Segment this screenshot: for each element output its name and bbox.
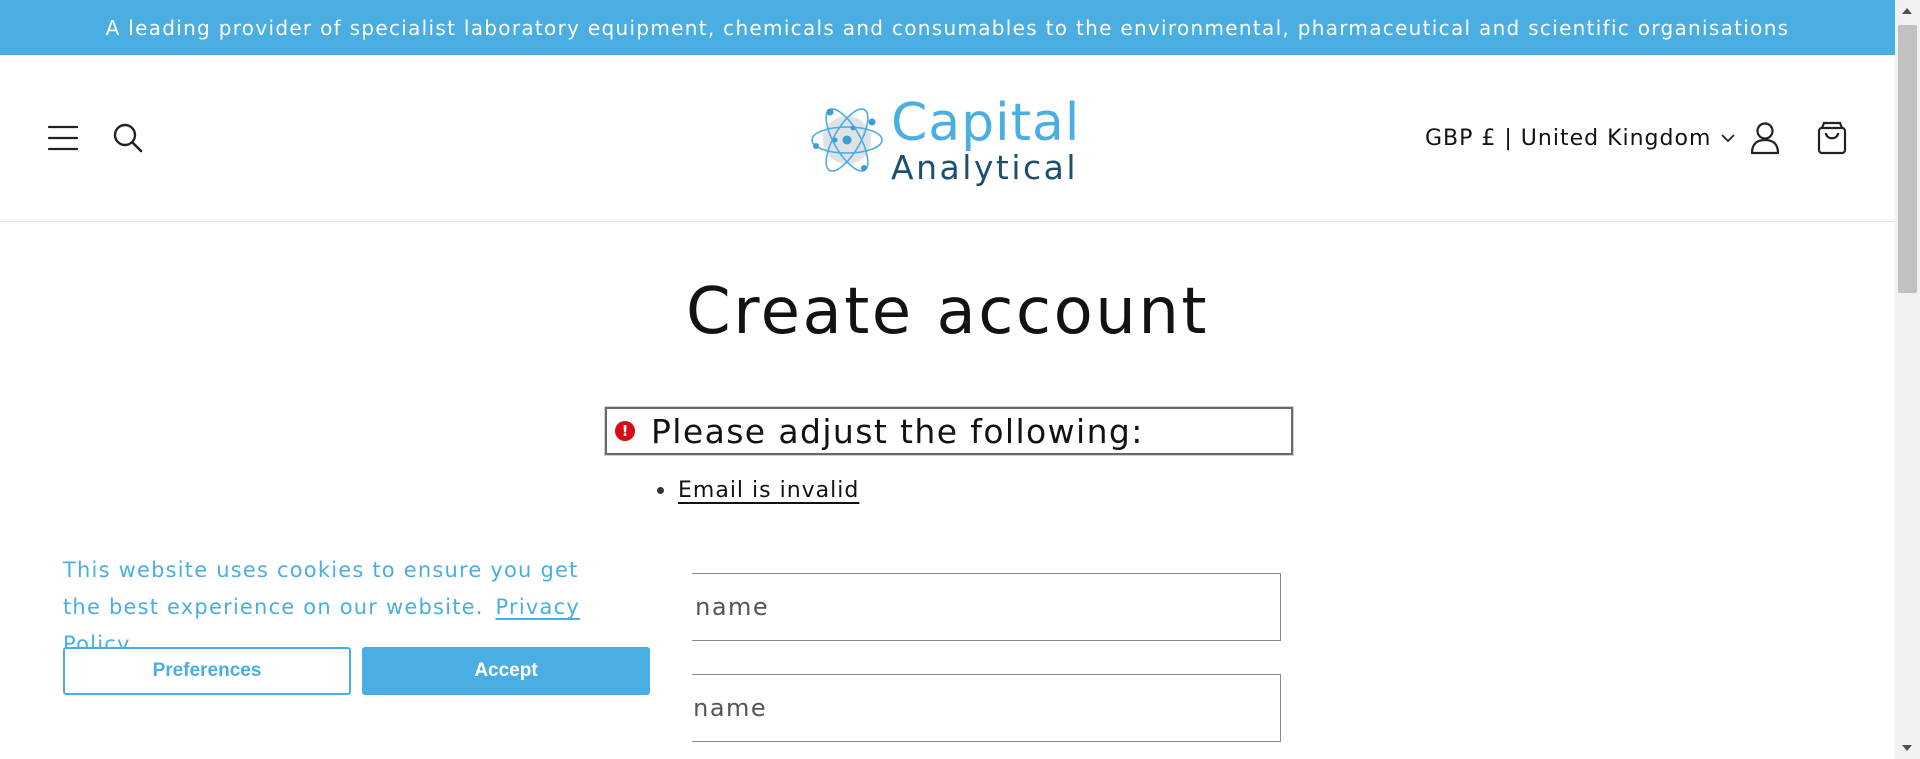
cart-icon[interactable] xyxy=(1814,118,1850,158)
bullet-icon xyxy=(657,487,664,494)
atom-logo-icon xyxy=(811,108,883,172)
logo-line-1: Capital xyxy=(891,92,1081,153)
announcement-text: A leading provider of specialist laborat… xyxy=(105,15,1790,40)
error-message-box: ! Please adjust the following: xyxy=(605,407,1293,455)
logo-line-2: Analytical xyxy=(891,147,1079,187)
preferences-button[interactable]: Preferences xyxy=(63,647,351,695)
page-title: Create account xyxy=(686,275,1209,349)
last-name-field[interactable] xyxy=(611,674,1281,742)
site-header: Capital Analytical GBP £ | United Kingdo… xyxy=(0,55,1895,222)
last-name-input[interactable] xyxy=(612,675,1280,741)
site-logo[interactable]: Capital Analytical xyxy=(809,95,1089,185)
scroll-down-icon[interactable] xyxy=(1902,745,1912,751)
cookie-banner: This website uses cookies to ensure you … xyxy=(0,530,692,759)
announcement-bar: A leading provider of specialist laborat… xyxy=(0,0,1895,55)
account-icon[interactable] xyxy=(1747,119,1783,157)
error-icon: ! xyxy=(615,421,635,441)
scrollbar-thumb[interactable] xyxy=(1898,25,1917,293)
scroll-up-icon[interactable] xyxy=(1902,8,1912,14)
accept-button[interactable]: Accept xyxy=(362,647,650,695)
error-heading: Please adjust the following: xyxy=(651,411,1144,451)
chevron-down-icon xyxy=(1721,134,1736,143)
country-selector[interactable]: GBP £ | United Kingdom xyxy=(1425,123,1736,153)
first-name-input[interactable] xyxy=(612,574,1280,640)
scrollbar[interactable] xyxy=(1895,0,1920,759)
first-name-field[interactable] xyxy=(611,573,1281,641)
country-selector-label: GBP £ | United Kingdom xyxy=(1425,125,1712,151)
error-link-email[interactable]: Email is invalid xyxy=(678,478,859,503)
search-icon[interactable] xyxy=(110,120,146,156)
error-list: Email is invalid xyxy=(657,478,859,503)
menu-icon[interactable] xyxy=(45,120,81,156)
